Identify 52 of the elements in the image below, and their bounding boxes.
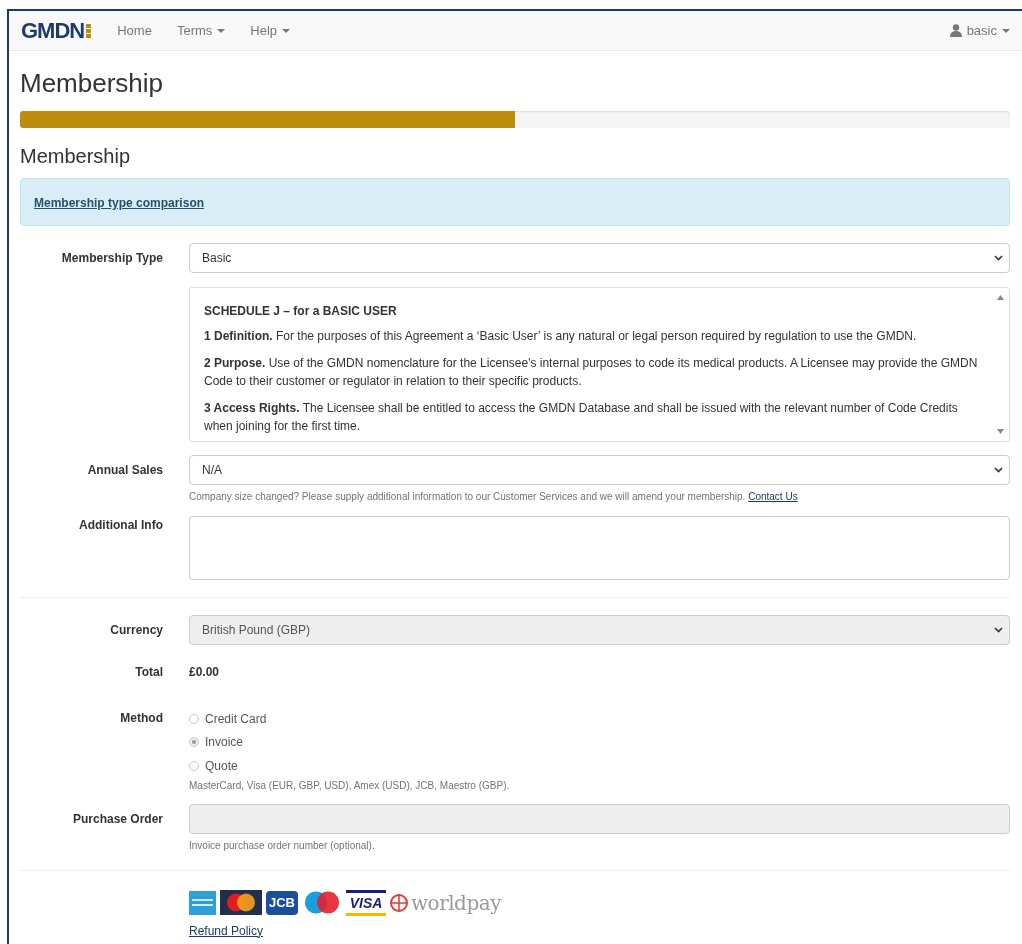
chevron-down-icon [994, 255, 1003, 261]
radio-label: Credit Card [205, 711, 267, 726]
field-label: Annual Sales [86, 462, 163, 479]
comparison-link[interactable]: Membership type comparison [34, 196, 205, 210]
gmdn-logo: GMDN [21, 17, 93, 44]
total-value: £0.00 [189, 665, 221, 679]
user-menu[interactable]: basic [949, 23, 1010, 38]
field-label: Total [134, 665, 163, 679]
maestro-card-icon [302, 890, 342, 915]
annual-sales-select[interactable]: N/A [189, 455, 1010, 485]
caret-icon [282, 28, 291, 33]
field-label: Currency [109, 622, 163, 639]
radio-button[interactable] [189, 737, 199, 748]
field-label: Membership Type [60, 250, 163, 267]
nav-link[interactable]: Help [250, 23, 291, 38]
radio-label: Invoice [205, 735, 244, 750]
chevron-down-icon [994, 627, 1003, 633]
radio-button[interactable] [189, 760, 199, 771]
help-text: MasterCard, Visa (EUR, GBP, USD), Amex (USD), JCB, Maestro (GBP). [189, 779, 511, 791]
section-title: Membership [20, 145, 132, 168]
field-label: Purchase Order [71, 810, 163, 828]
contact-us-link[interactable]: Contact Us [748, 491, 798, 502]
radio-label: Quote [205, 758, 238, 773]
membership-type-select[interactable]: Basic [189, 243, 1010, 273]
radio-option[interactable]: Invoice [189, 730, 1010, 754]
jcb-card-logo: JCB [266, 890, 298, 915]
radio-button[interactable] [189, 713, 199, 724]
nav-link[interactable]: Home [117, 23, 152, 38]
nav-link[interactable]: Terms [176, 23, 226, 38]
mastercard-card-icon [220, 890, 262, 915]
amex-card-icon [189, 890, 216, 915]
visa-card-logo: VISA [346, 889, 386, 916]
worldpay-logo: worldpay [390, 890, 501, 915]
chevron-down-icon [994, 467, 1003, 473]
help-text: Company size changed? Please supply additional information to our Customer Services and we will amend your membership. Contact Us [189, 491, 799, 502]
help-text: Invoice purchase order number (optional). [189, 839, 376, 851]
additional-info-textarea[interactable] [189, 516, 1010, 580]
schedule-title: SCHEDULE J – for a BASIC USER [204, 304, 398, 318]
scroll-down-icon[interactable] [997, 429, 1004, 434]
refund-policy-link[interactable]: Refund Policy [189, 923, 264, 938]
page-title: Membership [20, 68, 165, 99]
user-icon [949, 24, 962, 37]
radio-option[interactable]: Quote [189, 754, 1010, 778]
radio-option[interactable]: Credit Card [189, 707, 1010, 731]
field-label: Additional Info [78, 517, 163, 534]
field-label: Method [119, 710, 163, 727]
scroll-up-icon[interactable] [997, 295, 1004, 300]
caret-icon [217, 28, 226, 33]
schedule-clause: 3 Access Rights. The Licensee shall be entitled to access the GMDN Database and shall be issued with the relevant number of Code Credits when joining for the first time. [204, 400, 959, 435]
schedule-clause: 2 Purpose. Use of the GMDN nomenclature for the Licensee's internal purposes to code its medical products. A Licensee may provide the GMDN Code to their customer or regulator in relation to their specific products. [204, 355, 979, 390]
schedule-clause: 1 Definition. For the purposes of this Agreement a ‘Basic User’ is any natural or legal person required by regulation to use the GMDN. [204, 328, 918, 345]
caret-icon [1002, 28, 1010, 33]
